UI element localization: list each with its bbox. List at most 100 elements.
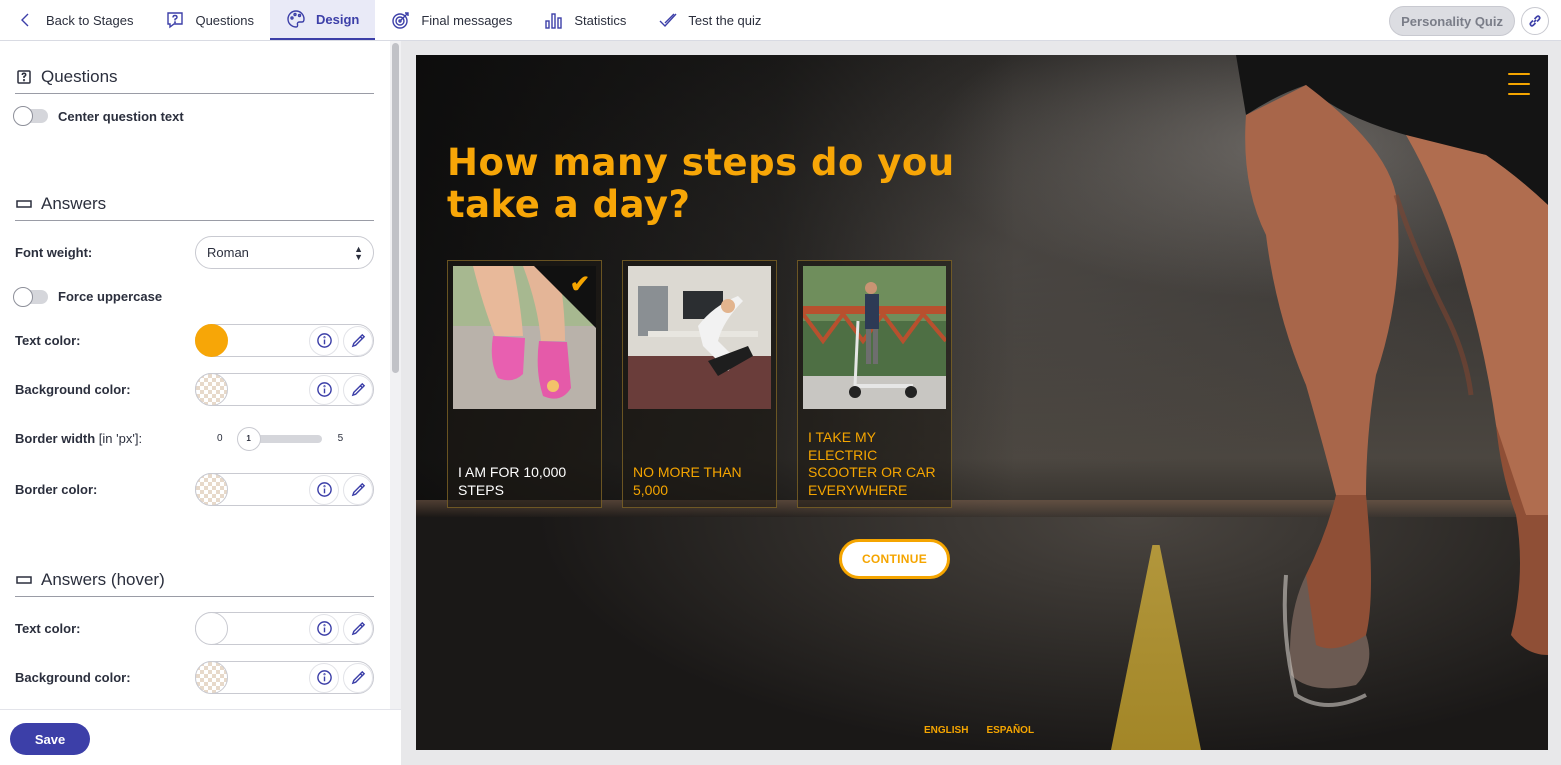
- top-navigation: Back to Stages Questions Design Final me…: [0, 0, 1561, 41]
- sidebar-scrollbar[interactable]: [390, 41, 401, 709]
- info-icon: [316, 482, 332, 497]
- info-button[interactable]: [309, 662, 339, 693]
- palette-icon: [287, 10, 305, 28]
- border-width-label: Border width [in 'px']:: [15, 431, 143, 446]
- quiz-preview-stage: How many steps do you take a day? ✔ I AM…: [416, 55, 1548, 750]
- question-bubble-icon: [167, 12, 184, 29]
- select-caret-icon: ▲ ▼: [354, 243, 363, 262]
- hover-text-color-row: Text color:: [15, 604, 374, 653]
- answer-box-icon: [16, 576, 32, 584]
- share-link-button[interactable]: [1521, 7, 1549, 35]
- background-color-field[interactable]: [195, 373, 374, 406]
- link-icon: [1529, 15, 1541, 27]
- check-icon: ✔: [569, 271, 590, 298]
- info-button[interactable]: [309, 374, 339, 405]
- tab-final-messages[interactable]: Final messages: [375, 0, 528, 40]
- design-sidebar: Questions Center question text Answers F…: [0, 41, 401, 765]
- bar-chart-icon: [545, 13, 563, 29]
- border-width-unit: [in 'px']:: [98, 431, 143, 446]
- answer-cards: ✔ I am for 10,000 steps: [447, 260, 952, 508]
- hover-text-color-swatch[interactable]: [195, 612, 228, 645]
- hover-background-color-label: Background color:: [15, 670, 131, 685]
- question-text: How many steps do you take a day?: [447, 141, 955, 226]
- info-button[interactable]: [309, 474, 339, 505]
- sidebar-footer: Save: [0, 709, 401, 765]
- language-spanish[interactable]: ESPAÑOL: [986, 725, 1034, 736]
- eyedropper-button[interactable]: [343, 474, 373, 505]
- background-color-row: Background color:: [15, 365, 374, 414]
- font-weight-label: Font weight:: [15, 245, 93, 260]
- question-bubble-icon: [17, 70, 31, 84]
- back-to-stages-link[interactable]: Back to Stages: [0, 0, 149, 40]
- eyedropper-button[interactable]: [343, 374, 373, 405]
- quiz-type-badge[interactable]: Personality Quiz: [1389, 6, 1515, 36]
- info-icon: [316, 333, 332, 348]
- hover-text-color-field[interactable]: [195, 612, 374, 645]
- scooter-illustration: [803, 266, 946, 409]
- continue-button[interactable]: CONTINUE: [839, 539, 950, 579]
- language-switcher: ENGLISH ESPAÑOL: [924, 725, 1034, 736]
- eyedropper-button[interactable]: [343, 613, 373, 644]
- eyedropper-icon: [351, 482, 365, 497]
- background-color-swatch[interactable]: [195, 373, 228, 406]
- answer-image-office: [628, 266, 771, 409]
- border-width-slider[interactable]: 0 1 5: [195, 426, 374, 451]
- force-uppercase-row: Force uppercase: [13, 277, 374, 316]
- chevron-left-icon: [21, 13, 29, 27]
- answer-image-scooter: [803, 266, 946, 409]
- border-color-row: Border color:: [15, 465, 374, 514]
- tab-design[interactable]: Design: [270, 0, 376, 40]
- eyedropper-button[interactable]: [343, 325, 373, 356]
- answer-card-selected[interactable]: ✔ I am for 10,000 steps: [447, 260, 602, 508]
- answer-card[interactable]: I take my electric scooter or car everyw…: [797, 260, 952, 508]
- text-color-row: Text color:: [15, 316, 374, 365]
- scrollbar-thumb[interactable]: [392, 43, 399, 373]
- eyedropper-icon: [351, 670, 365, 685]
- font-weight-select[interactable]: Roman ▲ ▼: [195, 236, 374, 269]
- info-icon: [316, 670, 332, 685]
- border-color-field[interactable]: [195, 473, 374, 506]
- info-icon: [316, 382, 332, 397]
- tab-test-quiz[interactable]: Test the quiz: [642, 0, 777, 40]
- force-uppercase-toggle[interactable]: [13, 286, 48, 307]
- hover-background-color-field[interactable]: [195, 661, 374, 694]
- slider-min: 0: [217, 433, 223, 444]
- tab-statistics[interactable]: Statistics: [528, 0, 642, 40]
- answers-hover-section-header: Answers (hover): [15, 544, 374, 597]
- office-illustration: [628, 266, 771, 409]
- border-color-label: Border color:: [15, 482, 98, 497]
- text-color-swatch[interactable]: [195, 324, 228, 357]
- answers-section-header: Answers: [15, 168, 374, 221]
- hover-text-color-label: Text color:: [15, 621, 81, 636]
- nav-right-controls: Personality Quiz: [1389, 6, 1549, 36]
- slider-track[interactable]: 1: [236, 426, 322, 451]
- runner-legs-image: [1236, 55, 1548, 707]
- border-color-swatch[interactable]: [195, 473, 228, 506]
- back-label: Back to Stages: [46, 12, 134, 28]
- slider-knob[interactable]: 1: [236, 426, 261, 451]
- font-weight-row: Font weight: Roman ▲ ▼: [15, 228, 374, 277]
- info-button[interactable]: [309, 325, 339, 356]
- quiz-preview-area: How many steps do you take a day? ✔ I AM…: [401, 41, 1561, 765]
- section-title: Answers: [41, 194, 107, 213]
- answer-card[interactable]: No more than 5,000: [622, 260, 777, 508]
- tab-questions[interactable]: Questions: [149, 0, 270, 40]
- hamburger-menu-icon[interactable]: [1508, 73, 1530, 95]
- save-button[interactable]: Save: [10, 723, 90, 755]
- answer-text: I take my electric scooter or car everyw…: [808, 429, 936, 498]
- eyedropper-button[interactable]: [343, 662, 373, 693]
- tab-label: Design: [316, 11, 360, 27]
- border-width-row: Border width [in 'px']: 0 1 5: [15, 414, 374, 463]
- slider-max: 5: [337, 433, 344, 444]
- text-color-field[interactable]: [195, 324, 374, 357]
- sidebar-scroll-area[interactable]: Questions Center question text Answers F…: [0, 41, 390, 709]
- section-title: Questions: [41, 67, 118, 86]
- tab-label: Questions: [195, 12, 254, 28]
- tab-label: Test the quiz: [688, 12, 762, 28]
- info-button[interactable]: [309, 613, 339, 644]
- center-question-toggle[interactable]: [13, 106, 48, 126]
- center-question-label: Center question text: [58, 108, 184, 124]
- answer-text: No more than 5,000: [633, 464, 742, 498]
- hover-background-color-swatch[interactable]: [195, 661, 228, 694]
- language-english[interactable]: ENGLISH: [924, 725, 968, 736]
